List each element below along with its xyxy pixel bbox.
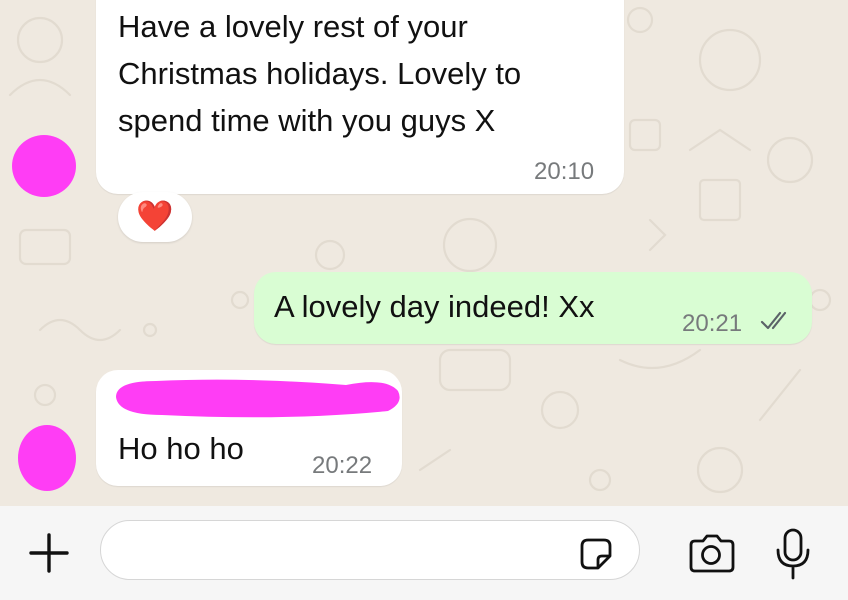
message-text-line: Have a lovely rest of your xyxy=(118,9,468,44)
camera-icon xyxy=(689,534,735,573)
message-timestamp: 20:22 xyxy=(312,452,373,479)
redacted-sender-name xyxy=(116,379,400,418)
sender-avatar[interactable] xyxy=(12,135,76,197)
composer-bar xyxy=(0,506,848,600)
voice-message-button[interactable] xyxy=(770,524,816,584)
read-receipt-icon xyxy=(760,311,787,330)
message-bubble-outgoing[interactable]: A lovely day indeed! Xx 20:21 xyxy=(254,272,812,344)
message-text-line: spend time with you guys X xyxy=(118,103,496,138)
sticker-button[interactable] xyxy=(574,532,618,576)
message-timestamp: 20:10 xyxy=(534,158,595,185)
chat-area: Have a lovely rest of your Christmas hol… xyxy=(0,0,848,506)
heart-icon: ❤️ xyxy=(136,200,174,233)
sender-avatar[interactable] xyxy=(18,425,76,491)
message-text-line: Christmas holidays. Lovely to xyxy=(118,56,522,91)
message-timestamp: 20:21 xyxy=(682,310,743,337)
microphone-icon xyxy=(776,528,810,580)
sticker-icon xyxy=(580,538,612,570)
message-input[interactable] xyxy=(100,520,640,580)
reaction-badge[interactable]: ❤️ xyxy=(118,192,192,242)
message-bubble-incoming[interactable]: Have a lovely rest of your Christmas hol… xyxy=(96,0,624,194)
plus-icon xyxy=(29,533,69,573)
camera-button[interactable] xyxy=(684,530,736,578)
message-text: A lovely day indeed! Xx xyxy=(274,289,595,324)
message-text: Ho ho ho xyxy=(118,431,244,466)
attach-button[interactable] xyxy=(24,528,74,578)
